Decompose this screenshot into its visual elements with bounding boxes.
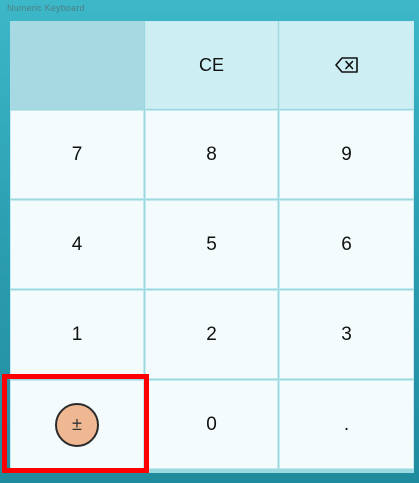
numeric-keyboard-window: Numeric Keyboard CE 7 8 9 4 5 6 1 2 3 ± … xyxy=(0,0,419,483)
keypad: CE 7 8 9 4 5 6 1 2 3 ± 0 . xyxy=(10,21,414,473)
plus-minus-label: ± xyxy=(55,402,99,447)
key-9-label: 9 xyxy=(341,143,352,165)
backspace-key[interactable] xyxy=(279,21,414,109)
key-2[interactable]: 2 xyxy=(145,290,278,379)
key-0-label: 0 xyxy=(206,413,217,435)
decimal-key[interactable]: . xyxy=(279,380,414,469)
key-7[interactable]: 7 xyxy=(10,110,144,199)
key-1-label: 1 xyxy=(71,323,83,345)
key-1[interactable]: 1 xyxy=(10,290,144,379)
key-7-label: 7 xyxy=(71,143,83,165)
clear-entry-key[interactable]: CE xyxy=(145,21,278,109)
key-0[interactable]: 0 xyxy=(145,380,278,469)
key-2-label: 2 xyxy=(206,323,217,345)
key-3-label: 3 xyxy=(341,323,352,345)
plus-minus-key[interactable]: ± xyxy=(10,380,144,469)
backspace-icon xyxy=(334,57,359,73)
window-title: Numeric Keyboard xyxy=(7,3,85,13)
key-4-label: 4 xyxy=(71,233,83,255)
key-5[interactable]: 5 xyxy=(145,200,278,289)
key-5-label: 5 xyxy=(206,233,217,255)
decimal-label: . xyxy=(343,413,350,435)
key-9[interactable]: 9 xyxy=(279,110,414,199)
key-6[interactable]: 6 xyxy=(279,200,414,289)
key-4[interactable]: 4 xyxy=(10,200,144,289)
key-8[interactable]: 8 xyxy=(145,110,278,199)
blank-key xyxy=(10,21,144,109)
key-8-label: 8 xyxy=(206,143,217,165)
clear-entry-label: CE xyxy=(198,54,224,75)
key-6-label: 6 xyxy=(341,233,352,255)
key-3[interactable]: 3 xyxy=(279,290,414,379)
